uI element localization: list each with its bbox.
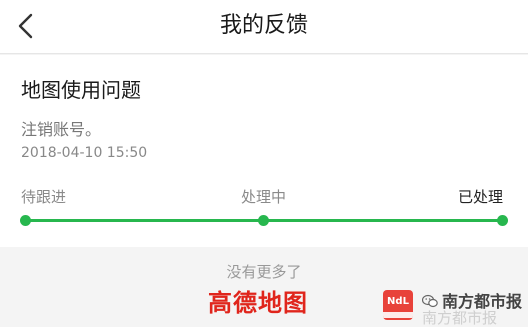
feedback-content: 注销账号。 — [21, 120, 102, 139]
wechat-icon — [422, 294, 438, 308]
page-title: 我的反馈 — [219, 13, 308, 38]
nav-bar: 我的反馈 — [0, 0, 528, 54]
step-label-pending: 待跟进 — [21, 188, 67, 206]
feedback-title: 地图使用问题 — [21, 78, 141, 102]
feedback-card[interactable]: 地图使用问题 注销账号。 2018-04-10 15:50 待跟进 处理中 已处… — [0, 55, 528, 247]
end-of-list-message: 没有更多了 — [226, 263, 302, 281]
step-label-done: 已处理 — [458, 188, 504, 206]
progress-dot-pending — [20, 215, 31, 226]
feedback-time: 2018-04-10 15:50 — [21, 145, 148, 161]
watermark-name-overlay: 南方都市报 — [422, 309, 498, 327]
progress-dot-done — [497, 215, 508, 226]
brand-watermark: 高德地图 — [208, 289, 308, 317]
nandu-logo-icon: NdL — [383, 290, 413, 320]
progress-dot-processing — [258, 215, 269, 226]
step-label-processing: 处理中 — [241, 188, 287, 206]
